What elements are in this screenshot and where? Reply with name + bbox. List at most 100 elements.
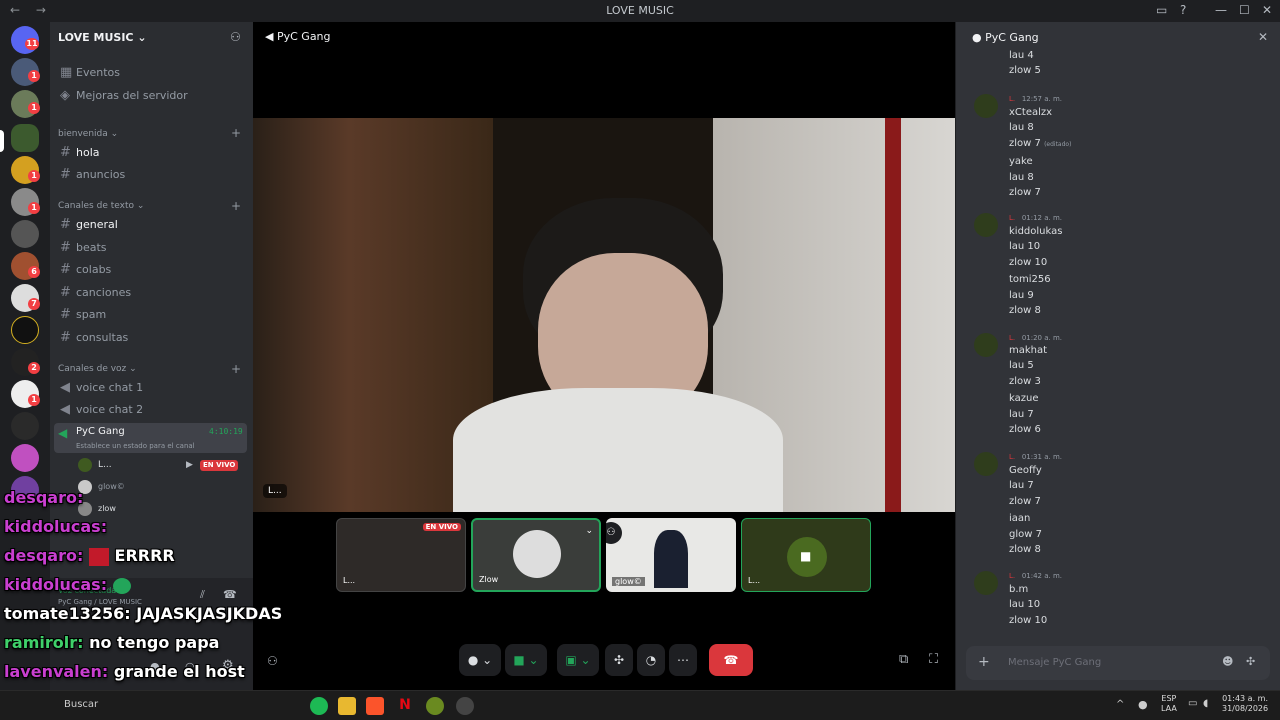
voice-chat-2[interactable]: ◀ voice chat 2 [58,400,246,420]
screen-share-button[interactable]: ▣ ⌄ [557,644,599,676]
thumbnail-glow[interactable]: glow© ⚇ [606,518,736,592]
app-icon[interactable] [426,697,444,715]
thumbnail-user[interactable]: ■ L... [741,518,871,592]
server-icon-love-music[interactable] [11,124,39,152]
server-badge: 1 [28,170,40,182]
avatar[interactable] [974,213,998,237]
leave-call-button[interactable]: ☎ [709,644,753,676]
channel-hola[interactable]: # hola [58,143,246,163]
language-indicator[interactable]: ESP LAA [1161,694,1177,714]
disconnect-icon[interactable]: ☎ [223,588,237,601]
spotify-icon[interactable] [310,697,328,715]
speaker-icon: ◀ [60,402,70,417]
message-line: zlow 10 [1009,614,1048,626]
close-icon[interactable]: ✕ [1258,30,1268,44]
message-content: b.m lau 10 zlow 10 [1009,582,1047,628]
server-boost-item[interactable]: ◈ Mejoras del servidor [58,86,246,106]
popout-icon[interactable]: ⧉ [899,652,908,667]
message-text: zlow 7 [1009,137,1041,149]
obs-icon[interactable] [456,697,474,715]
headphones-icon[interactable]: ◠ [185,660,195,673]
avatar[interactable] [974,571,998,595]
language-layout: LAA [1161,704,1177,713]
server-icon[interactable] [11,220,39,248]
message-line: lau 8 [1009,171,1034,183]
close-window-button[interactable]: ✕ [1262,3,1272,17]
clock[interactable]: 01:43 a. m. 31/08/2026 [1222,694,1268,714]
hash-icon: # [60,145,71,160]
stage-channel-name: PyC Gang [276,30,331,43]
channel-anuncios[interactable]: # anuncios [58,165,246,185]
server-icon[interactable] [11,316,39,344]
channel-spam[interactable]: # spam [58,305,246,325]
message-input[interactable]: Mensaje PyC Gang [1008,657,1101,668]
voice-user[interactable]: glow© [78,480,244,496]
hash-icon: # [60,307,71,322]
calendar-icon: ▦ [60,65,73,80]
brave-icon[interactable] [366,697,384,715]
thumbnail-zlow[interactable]: Zlow ⌄ [471,518,601,592]
timestamp-text: 01:31 a. m. [1021,453,1062,461]
more-options-button[interactable]: ⋯ [669,644,697,676]
minimize-button[interactable]: — [1215,3,1227,17]
message-line: lau 8 [1009,122,1034,134]
emoji-icon[interactable]: ☻ [1222,655,1233,668]
netflix-icon[interactable]: N [396,697,414,715]
events-item[interactable]: ▦ Eventos [58,63,246,83]
people-icon[interactable]: ⚇ [606,522,622,544]
channel-label: general [76,218,118,231]
mic-icon[interactable]: ● [150,660,160,673]
fullscreen-icon[interactable]: ⛶ [929,652,938,667]
add-member-icon[interactable]: ⚇ [230,30,241,44]
server-icon[interactable] [11,444,39,472]
active-voice-channel[interactable]: ◀ PyC Gang 4:10:19 Establece un estado p… [54,423,247,453]
file-explorer-icon[interactable] [338,697,356,715]
avatar[interactable] [974,94,998,118]
maximize-button[interactable]: ☐ [1239,3,1250,17]
microphone-button[interactable]: ● ⌄ [459,644,501,676]
taskbar-search[interactable]: Buscar [64,699,98,710]
voice-chat-1[interactable]: ◀ voice chat 1 [58,378,246,398]
network-icon[interactable]: ▭ [1188,698,1197,709]
category-bienvenida[interactable]: bienvenida ⌄ [58,129,118,139]
channel-colabs[interactable]: # colabs [58,260,246,280]
channel-beats[interactable]: # beats [58,238,246,258]
camera-icon: ■ [800,549,812,563]
inbox-icon[interactable]: ▭ [1156,3,1167,17]
noise-suppression-icon[interactable]: ⫽ [200,588,205,602]
add-channel-icon[interactable]: + [231,362,241,376]
volume-icon[interactable]: ◖ [1203,698,1208,709]
main-video-feed[interactable]: L... [253,118,955,512]
channel-canciones[interactable]: # canciones [58,283,246,303]
hash-icon: # [60,262,71,277]
add-channel-icon[interactable]: + [231,126,241,140]
activities-button[interactable]: ✣ [605,644,633,676]
message-composer[interactable]: + Mensaje PyC Gang ☻ ✣ [966,646,1270,680]
settings-gear-icon[interactable]: ⚙ [222,658,234,673]
server-icon[interactable] [11,412,39,440]
avatar[interactable] [974,452,998,476]
soundboard-button[interactable]: ◔ [637,644,665,676]
server-icon[interactable] [11,476,39,504]
channel-general[interactable]: # general [58,215,246,235]
add-channel-icon[interactable]: + [231,199,241,213]
camera-button[interactable]: ■ ⌄ [505,644,547,676]
invite-activity-icon[interactable]: ⚇ [267,654,278,668]
category-texto[interactable]: Canales de texto ⌄ [58,201,144,211]
channel-label: voice chat 2 [76,403,144,416]
server-name[interactable]: LOVE MUSIC ⌄ [58,31,147,44]
voice-status-prompt[interactable]: Establece un estado para el canal [76,442,195,450]
mic-tray-icon[interactable]: ● [1138,698,1148,711]
voice-user[interactable]: L... ▶ EN VIVO [78,458,244,474]
thumbnail-stream[interactable]: EN VIVO L... [336,518,466,592]
avatar[interactable] [974,333,998,357]
voice-user[interactable]: zlow [78,502,244,518]
chevron-down-icon[interactable]: ⌄ [585,526,593,536]
help-icon[interactable]: ? [1180,3,1186,17]
channel-consultas[interactable]: # consultas [58,328,246,348]
apps-icon[interactable]: ✣ [1246,655,1255,668]
category-voz[interactable]: Canales de voz ⌄ [58,364,137,374]
tray-chevron-icon[interactable]: ^ [1116,699,1124,710]
attach-plus-icon[interactable]: + [978,654,990,670]
windows-taskbar: Buscar N ^ ● ESP LAA ▭ ◖ 01:43 a. m. 31/08… [0,690,1280,720]
